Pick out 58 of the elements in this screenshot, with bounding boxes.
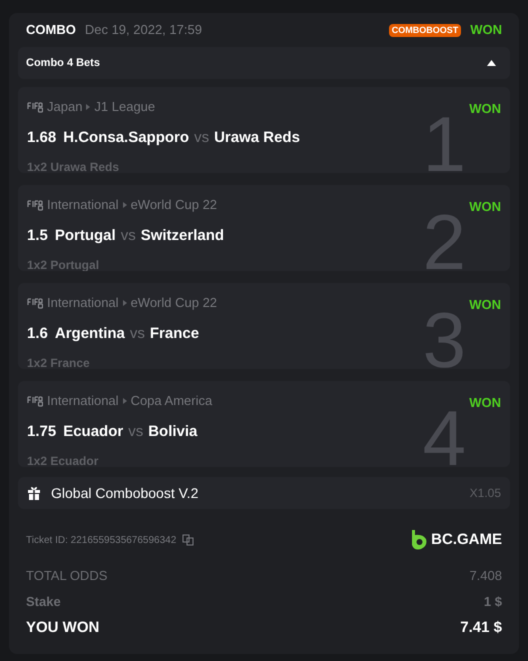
vs-label: vs [120, 226, 136, 246]
country-label: International [47, 196, 119, 214]
country-label: Japan [47, 98, 82, 116]
away-team: Bolivia [148, 422, 198, 442]
brand-logo-icon [411, 530, 428, 550]
fifa-icon [27, 100, 43, 113]
total-value: 7.41 $ [460, 618, 502, 638]
league-label: J1 League [94, 98, 156, 116]
vs-label: vs [130, 324, 145, 344]
country-label: International [47, 294, 119, 312]
total-label: TOTAL ODDS [26, 567, 108, 585]
away-team: France [150, 324, 200, 344]
home-team: Argentina [54, 324, 125, 344]
vs-label: vs [194, 128, 210, 148]
league-label: Copa America [130, 392, 212, 410]
bet-status: WON [469, 198, 501, 216]
league-label: eWorld Cup 22 [130, 196, 218, 214]
combo-toggle[interactable]: Combo 4 Bets [18, 47, 510, 79]
boost-multiplier: X1.05 [470, 485, 501, 502]
total-value: 7.408 [469, 567, 502, 585]
market-label: 1x2 France [27, 355, 91, 369]
vs-label: vs [128, 422, 144, 442]
odds-value: 1.68 [27, 128, 56, 148]
bet-type: COMBO [26, 21, 76, 40]
market-label: 1x2 Urawa Reds [27, 159, 120, 173]
bet-date: Dec 19, 2022, 17:59 [84, 21, 202, 40]
country-label: International [47, 392, 119, 410]
market-label: 1x2 Ecuador [27, 453, 100, 467]
home-team: H.Consa.Sapporo [63, 128, 190, 148]
chevron-icon [86, 104, 90, 110]
gift-icon [27, 486, 41, 500]
chevron-icon [122, 300, 127, 306]
fifa-icon [27, 296, 43, 309]
brand-name: BC.GAME [431, 530, 502, 550]
away-team: Switzerland [140, 226, 224, 246]
home-team: Portugal [54, 226, 116, 246]
odds-value: 1.75 [27, 422, 56, 442]
away-team: Urawa Reds [214, 128, 300, 148]
total-label: Stake [26, 592, 61, 610]
fifa-icon [27, 394, 43, 407]
comboboost-badge: COMBOBOOST [388, 24, 462, 36]
ticket-id: Ticket ID: 2216559535676596342 [26, 534, 176, 548]
bet-status: WON [469, 394, 501, 412]
bet-status: WON [469, 100, 501, 118]
odds-value: 1.6 [27, 324, 48, 344]
total-label: YOU WON [26, 618, 100, 638]
bet-status: WON [470, 21, 502, 40]
chevron-icon [122, 398, 127, 404]
total-value: 1 $ [484, 592, 502, 610]
copy-icon[interactable] [182, 534, 194, 546]
boost-label: Global Comboboost V.2 [51, 484, 198, 502]
home-team: Ecuador [63, 422, 124, 442]
fifa-icon [27, 198, 43, 211]
caret-icon [487, 60, 496, 66]
bet-status: WON [469, 296, 501, 314]
odds-value: 1.5 [27, 226, 48, 246]
chevron-icon [122, 202, 127, 208]
league-label: eWorld Cup 22 [130, 294, 218, 312]
